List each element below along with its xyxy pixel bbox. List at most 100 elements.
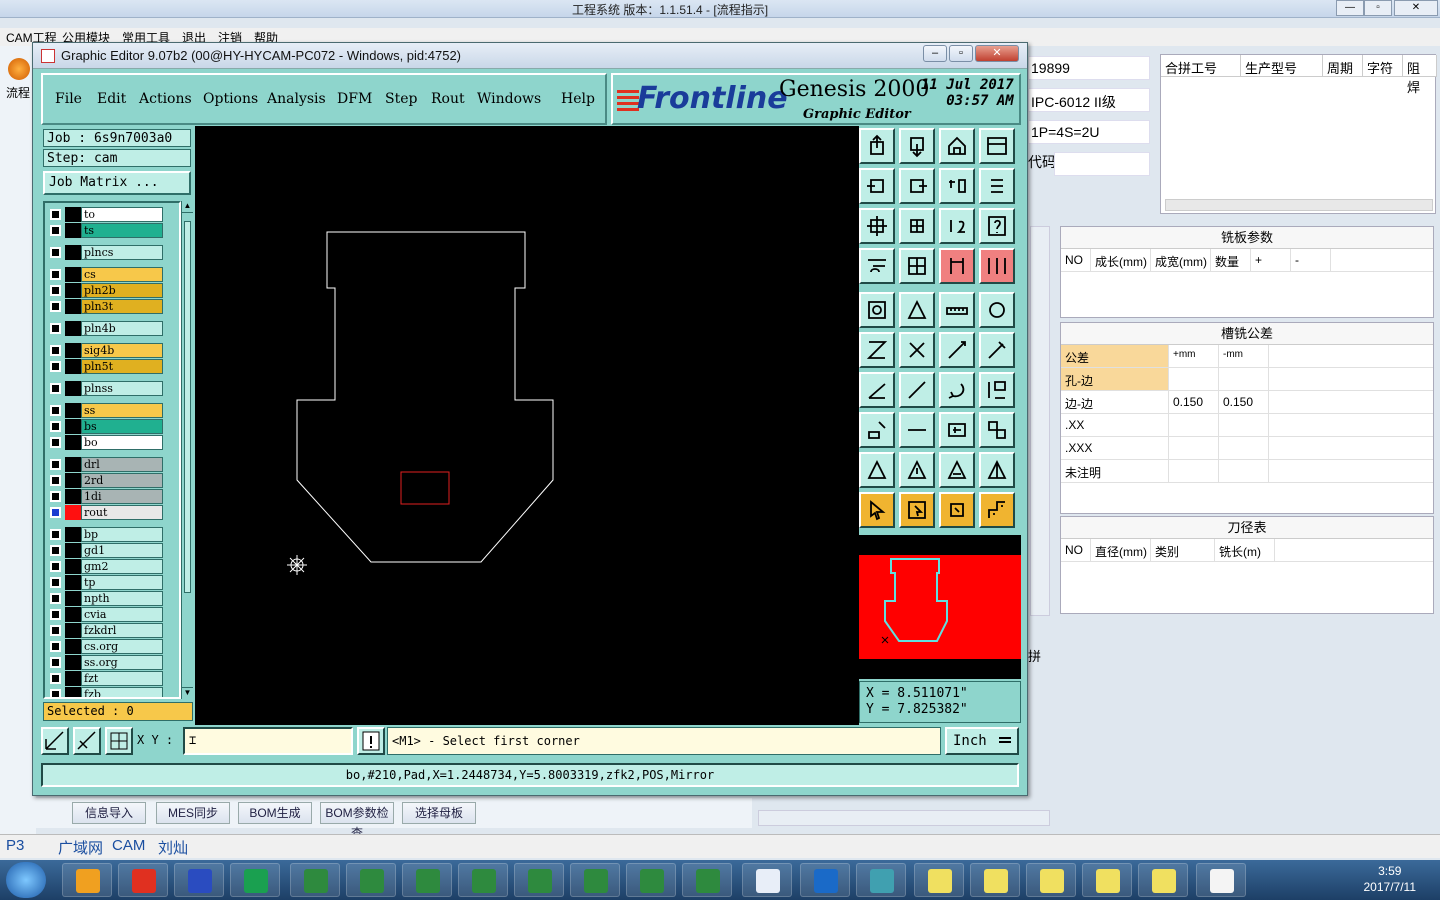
layer-row-ss[interactable]: ss: [47, 403, 177, 418]
layer-name[interactable]: pln5t: [81, 359, 163, 374]
table-row[interactable]: 未注明: [1061, 460, 1433, 483]
layer-row-2rd[interactable]: 2rd: [47, 473, 177, 488]
tool-help-button[interactable]: [979, 208, 1015, 244]
overview-preview[interactable]: [859, 535, 1021, 679]
tool-record-button[interactable]: [979, 292, 1015, 328]
menu-dfm[interactable]: DFM: [337, 91, 372, 107]
bom-generate-button[interactable]: BOM生成: [238, 802, 312, 824]
layer-checkbox[interactable]: [50, 437, 61, 448]
tool-zoom-fit-button[interactable]: [859, 208, 895, 244]
layer-color-swatch[interactable]: [65, 489, 81, 504]
tool-rotate-button[interactable]: [939, 168, 975, 204]
layer-row-cs[interactable]: cs: [47, 267, 177, 282]
tool-line-button[interactable]: [899, 372, 935, 408]
taskbar-genesis-icon[interactable]: [1082, 863, 1132, 897]
layer-checkbox[interactable]: [50, 641, 61, 652]
layer-row-to[interactable]: to: [47, 207, 177, 222]
layer-checkbox[interactable]: [50, 301, 61, 312]
table-row[interactable]: 边-边 0.150 0.150: [1061, 391, 1433, 414]
tool-snap-point-button[interactable]: [859, 412, 895, 448]
taskbar-excel-icon[interactable]: [346, 863, 396, 897]
tool-window-button[interactable]: [979, 128, 1015, 164]
taskbar-app-icon[interactable]: [62, 863, 112, 897]
tool-fill-button[interactable]: [979, 372, 1015, 408]
layer-name[interactable]: ss.org: [81, 655, 163, 670]
taskbar-clock[interactable]: 3:59 2017/7/11: [1364, 863, 1417, 895]
table-cell[interactable]: [1219, 437, 1269, 459]
layer-row-bp[interactable]: bp: [47, 527, 177, 542]
layer-color-swatch[interactable]: [65, 321, 81, 336]
layer-checkbox[interactable]: [50, 577, 61, 588]
flow-tab-label[interactable]: 流程: [6, 84, 30, 101]
taskbar-genesis-icon[interactable]: [970, 863, 1020, 897]
layer-color-swatch[interactable]: [65, 655, 81, 670]
job-number-field[interactable]: 19899: [1028, 56, 1150, 80]
minimize-button[interactable]: –: [923, 45, 947, 62]
tool-layer-up-button[interactable]: [859, 128, 895, 164]
start-button-icon[interactable]: [6, 862, 46, 898]
layer-row-fzkdrl[interactable]: fzkdrl: [47, 623, 177, 638]
menu-edit[interactable]: Edit: [97, 91, 126, 107]
layer-checkbox[interactable]: [50, 529, 61, 540]
taskbar-doc-icon[interactable]: [1196, 863, 1246, 897]
layer-row-bs[interactable]: bs: [47, 419, 177, 434]
taskbar-excel-icon[interactable]: [402, 863, 452, 897]
layer-name[interactable]: cvia: [81, 607, 163, 622]
menu-analysis[interactable]: Analysis: [267, 91, 326, 107]
table-cell[interactable]: 0.150: [1219, 391, 1269, 413]
layer-color-swatch[interactable]: [65, 575, 81, 590]
taskbar-eye-icon[interactable]: [856, 863, 906, 897]
layer-color-swatch[interactable]: [65, 283, 81, 298]
layer-name[interactable]: bs: [81, 419, 163, 434]
layer-name[interactable]: gd1: [81, 543, 163, 558]
layer-checkbox[interactable]: [50, 609, 61, 620]
tool-line-minus-button[interactable]: [899, 412, 935, 448]
layer-name[interactable]: cs: [81, 267, 163, 282]
alert-icon[interactable]: [357, 727, 385, 755]
layer-checkbox[interactable]: [50, 561, 61, 572]
menu-rout[interactable]: Rout: [431, 91, 465, 107]
grid-header[interactable]: 生产型号: [1241, 55, 1323, 77]
layer-name[interactable]: plncs: [81, 245, 163, 260]
layer-checkbox[interactable]: [50, 421, 61, 432]
layer-color-swatch[interactable]: [65, 245, 81, 260]
layer-name[interactable]: ss: [81, 403, 163, 418]
layer-color-swatch[interactable]: [65, 419, 81, 434]
tool-triangle-up-button[interactable]: [899, 452, 935, 488]
layer-color-swatch[interactable]: [65, 527, 81, 542]
taskbar-frontline-icon[interactable]: [800, 863, 850, 897]
tool-layer-down-button[interactable]: [899, 128, 935, 164]
layer-name[interactable]: bp: [81, 527, 163, 542]
layer-checkbox[interactable]: [50, 383, 61, 394]
code-field[interactable]: [1054, 152, 1150, 176]
layer-checkbox[interactable]: [50, 593, 61, 604]
layer-name[interactable]: ts: [81, 223, 163, 238]
layer-color-swatch[interactable]: [65, 267, 81, 282]
mes-sync-button[interactable]: MES同步: [156, 802, 230, 824]
cam-hscrollbar[interactable]: [758, 810, 1050, 826]
layer-row-rout[interactable]: rout: [47, 505, 177, 520]
tool-net-button[interactable]: [939, 248, 975, 284]
taskbar-app-icon[interactable]: [118, 863, 168, 897]
tool-select-button[interactable]: [859, 492, 895, 528]
tool-add-node-button[interactable]: [939, 332, 975, 368]
layer-checkbox[interactable]: [50, 545, 61, 556]
taskbar-excel-icon[interactable]: [290, 863, 340, 897]
layer-checkbox[interactable]: [50, 507, 61, 518]
table-row[interactable]: .XX: [1061, 414, 1433, 437]
layer-row-gm2[interactable]: gm2: [47, 559, 177, 574]
layer-list-scrollbar[interactable]: ▲ ▼: [181, 201, 193, 699]
layer-row-sig4b[interactable]: sig4b: [47, 343, 177, 358]
layer-color-swatch[interactable]: [65, 639, 81, 654]
grid-header[interactable]: 阻焊: [1403, 55, 1437, 95]
tool-zoom-center-button[interactable]: [899, 208, 935, 244]
measure-icon[interactable]: [73, 727, 101, 755]
tool-move-right-button[interactable]: [899, 168, 935, 204]
grid-header[interactable]: 周期: [1323, 55, 1363, 77]
layer-name[interactable]: plnss: [81, 381, 163, 396]
layer-row-plncs[interactable]: plncs: [47, 245, 177, 260]
menu-actions[interactable]: Actions: [139, 91, 192, 107]
scroll-thumb[interactable]: [184, 221, 191, 593]
scroll-up-icon[interactable]: ▲: [182, 201, 193, 213]
grid-hscrollbar[interactable]: [1165, 199, 1433, 211]
